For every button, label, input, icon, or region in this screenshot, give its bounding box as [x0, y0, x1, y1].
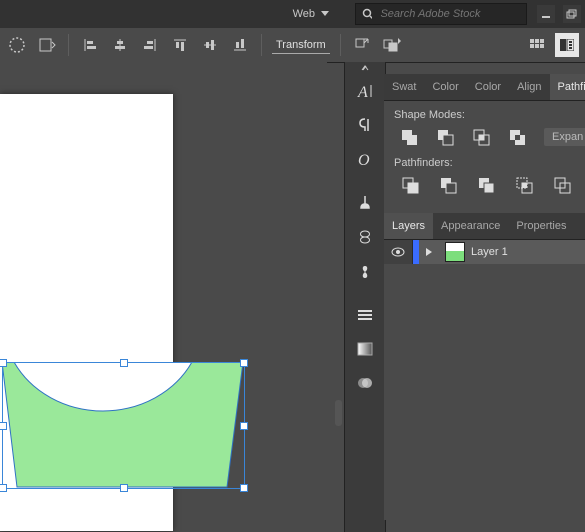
stock-search-input[interactable] — [378, 7, 520, 21]
tab-color[interactable]: Color — [424, 74, 466, 100]
character-panel-icon[interactable]: A — [345, 74, 385, 108]
visibility-toggle[interactable] — [384, 240, 413, 264]
window-restore-button[interactable] — [563, 5, 581, 23]
search-icon — [362, 8, 372, 20]
expand-button[interactable]: Expan — [544, 128, 585, 146]
tab-appearance[interactable]: Appearance — [433, 213, 508, 239]
transform-link[interactable]: Transform — [272, 37, 330, 54]
chevron-down-icon — [321, 11, 329, 17]
symbols-panel-icon[interactable] — [345, 220, 385, 254]
app-menubar: Web — [0, 0, 585, 28]
outline-icon[interactable] — [552, 175, 572, 195]
appearance-icon[interactable] — [6, 34, 28, 56]
layer-thumbnail — [445, 242, 465, 262]
panel-resize-handle[interactable] — [335, 400, 342, 426]
swatches-suit-icon[interactable] — [345, 254, 385, 288]
tab-properties[interactable]: Properties — [508, 213, 574, 239]
shape-modes-label: Shape Modes: — [394, 109, 575, 121]
selected-shape[interactable] — [2, 362, 243, 492]
window-minimize-button[interactable] — [537, 5, 555, 23]
control-bar: Transform — [0, 28, 585, 63]
align-top-icon[interactable] — [169, 34, 191, 56]
shape-modes-icon[interactable] — [381, 34, 403, 56]
stock-search[interactable] — [355, 3, 527, 25]
tab-pathfinder[interactable]: Pathfinder — [550, 74, 585, 100]
tabrow-mid: Layers Appearance Properties — [384, 213, 585, 240]
tabrow-top: Swat Color Color Align Pathfinder — [384, 74, 585, 101]
svg-text:A: A — [357, 84, 368, 100]
minus-front-icon[interactable] — [436, 127, 454, 147]
exclude-icon[interactable] — [508, 127, 526, 147]
transparency-panel-icon[interactable] — [345, 366, 385, 400]
panel-layout-b-button[interactable] — [555, 33, 579, 57]
layer-expand-toggle[interactable] — [419, 240, 439, 264]
crop-icon[interactable] — [514, 175, 534, 195]
tab-align[interactable]: Align — [509, 74, 549, 100]
align-hcenter-icon[interactable] — [109, 34, 131, 56]
unite-icon[interactable] — [400, 127, 418, 147]
right-panel-group: Swat Color Color Align Pathfinder Shape … — [384, 74, 585, 520]
expand-dock-button[interactable] — [345, 62, 385, 74]
svg-text:O: O — [358, 152, 370, 168]
eye-icon — [391, 247, 405, 257]
divide-icon[interactable] — [400, 175, 420, 195]
canvas-area[interactable] — [0, 62, 327, 532]
tab-layers[interactable]: Layers — [384, 213, 433, 239]
stroke-panel-icon[interactable] — [345, 298, 385, 332]
intersect-icon[interactable] — [472, 127, 490, 147]
panel-layout-a-button[interactable] — [525, 33, 549, 57]
brushes-panel-icon[interactable] — [345, 186, 385, 220]
merge-icon[interactable] — [476, 175, 496, 195]
align-right-icon[interactable] — [139, 34, 161, 56]
isolate-icon[interactable] — [351, 34, 373, 56]
align-vcenter-icon[interactable] — [199, 34, 221, 56]
trim-icon[interactable] — [438, 175, 458, 195]
align-left-icon[interactable] — [79, 34, 101, 56]
opentype-panel-icon[interactable]: O — [345, 142, 385, 176]
pathfinders-label: Pathfinders: — [394, 157, 575, 169]
gradient-panel-icon[interactable] — [345, 332, 385, 366]
layers-panel: Layer 1 — [384, 240, 585, 520]
layer-row[interactable]: Layer 1 — [384, 240, 585, 264]
layer-name-label[interactable]: Layer 1 — [471, 246, 508, 258]
document-setup-icon[interactable] — [36, 34, 58, 56]
workspace-label: Web — [293, 8, 315, 20]
tab-swatches[interactable]: Swat — [384, 74, 424, 100]
tab-color-guide[interactable]: Color — [467, 74, 509, 100]
paragraph-panel-icon[interactable] — [345, 108, 385, 142]
workspace-switcher[interactable]: Web — [285, 4, 337, 24]
collapsed-panel-dock: A O — [344, 62, 386, 532]
pathfinder-panel: Shape Modes: Expan Pathfinders: — [384, 101, 585, 213]
align-bottom-icon[interactable] — [229, 34, 251, 56]
chevron-right-icon — [426, 248, 432, 256]
